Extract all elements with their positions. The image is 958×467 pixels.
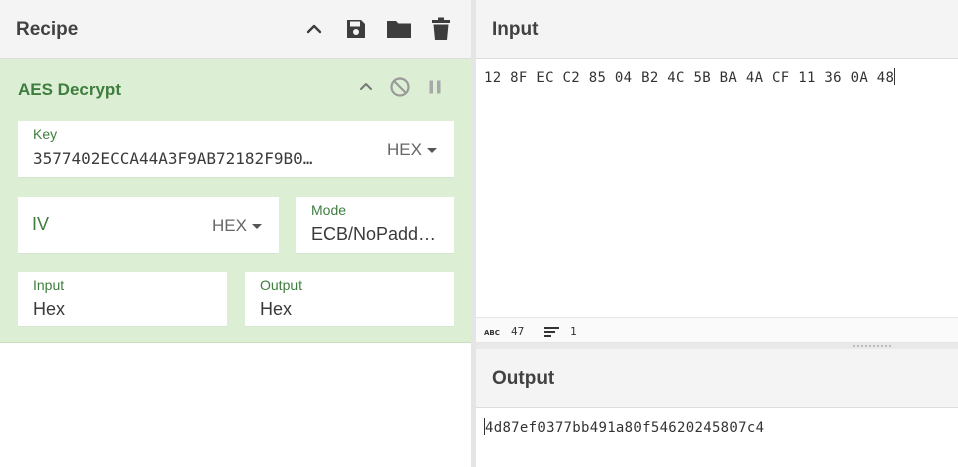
folder-icon <box>387 21 411 38</box>
svg-text:ABC: ABC <box>484 329 500 337</box>
breakpoint-button[interactable] <box>422 74 448 100</box>
collapse-all-button[interactable] <box>299 14 329 44</box>
key-format-dropdown[interactable]: HEX <box>387 140 437 160</box>
clear-recipe-button[interactable] <box>426 14 456 44</box>
output-title: Output <box>492 368 555 389</box>
trash-icon <box>432 17 450 40</box>
line-count: 1 <box>570 325 577 338</box>
output-format-value[interactable]: Hex <box>260 299 292 320</box>
iv-placeholder[interactable]: IV <box>32 214 49 235</box>
lines-icon <box>544 326 559 337</box>
load-recipe-button[interactable] <box>384 14 414 44</box>
save-recipe-button[interactable] <box>341 14 371 44</box>
input-status-bar: ABC 47 1 <box>476 317 958 343</box>
save-icon <box>347 20 365 38</box>
input-textarea[interactable]: 12 8F EC C2 85 04 B2 4C 5B BA 4A CF 11 3… <box>484 68 896 86</box>
input-format-select[interactable]: Input Hex <box>18 272 227 327</box>
operation-title: AES Decrypt <box>18 80 121 99</box>
char-count-stat: ABC 47 <box>484 325 524 338</box>
recipe-header: Recipe <box>0 0 471 59</box>
chevron-up-icon <box>306 24 322 34</box>
output-format-label: Output <box>260 277 303 293</box>
disable-icon <box>390 77 410 97</box>
cyberchef-app: Recipe AES Decrypt Key 3577402ECCA44A3F9… <box>0 0 958 467</box>
input-header: Input <box>476 0 958 59</box>
mode-select[interactable]: Mode ECB/NoPadd… <box>296 197 454 254</box>
iv-format-dropdown[interactable]: HEX <box>212 216 262 236</box>
mode-label: Mode <box>311 202 347 218</box>
pause-icon <box>429 80 441 94</box>
key-field[interactable]: Key 3577402ECCA44A3F9AB72182F9B0… HEX <box>18 121 454 178</box>
collapse-operation-button[interactable] <box>353 74 379 100</box>
recipe-title: Recipe <box>16 19 79 40</box>
input-title: Input <box>492 19 539 40</box>
output-header: Output <box>476 349 958 408</box>
text-cursor <box>894 68 896 85</box>
aes-decrypt-operation: AES Decrypt Key 3577402ECCA44A3F9AB72182… <box>0 59 471 343</box>
abc-icon: ABC <box>484 329 500 337</box>
mode-value[interactable]: ECB/NoPadd… <box>311 224 449 245</box>
line-count-stat: 1 <box>544 325 577 338</box>
output-textarea[interactable]: 4d87ef0377bb491a80f54620245807c4 <box>484 418 764 436</box>
input-text: 12 8F EC C2 85 04 B2 4C 5B BA 4A CF 11 3… <box>484 70 895 86</box>
input-format-label: Input <box>33 277 65 293</box>
recipe-panel: Recipe AES Decrypt Key 3577402ECCA44A3F9… <box>0 0 471 467</box>
iv-format-label: HEX <box>212 216 247 235</box>
chevron-up-icon <box>360 83 372 90</box>
input-format-value[interactable]: Hex <box>33 299 65 320</box>
output-text: 4d87ef0377bb491a80f54620245807c4 <box>485 420 765 436</box>
caret-down-icon <box>251 223 262 229</box>
iv-field[interactable]: IV HEX <box>18 197 279 254</box>
char-count: 47 <box>511 325 525 338</box>
grip-dots-icon <box>852 345 892 347</box>
caret-down-icon <box>426 147 437 153</box>
key-label: Key <box>33 126 58 142</box>
disable-operation-button[interactable] <box>387 74 413 100</box>
key-format-label: HEX <box>387 140 422 159</box>
output-format-select[interactable]: Output Hex <box>245 272 454 327</box>
key-value[interactable]: 3577402ECCA44A3F9AB72182F9B0… <box>33 149 363 168</box>
